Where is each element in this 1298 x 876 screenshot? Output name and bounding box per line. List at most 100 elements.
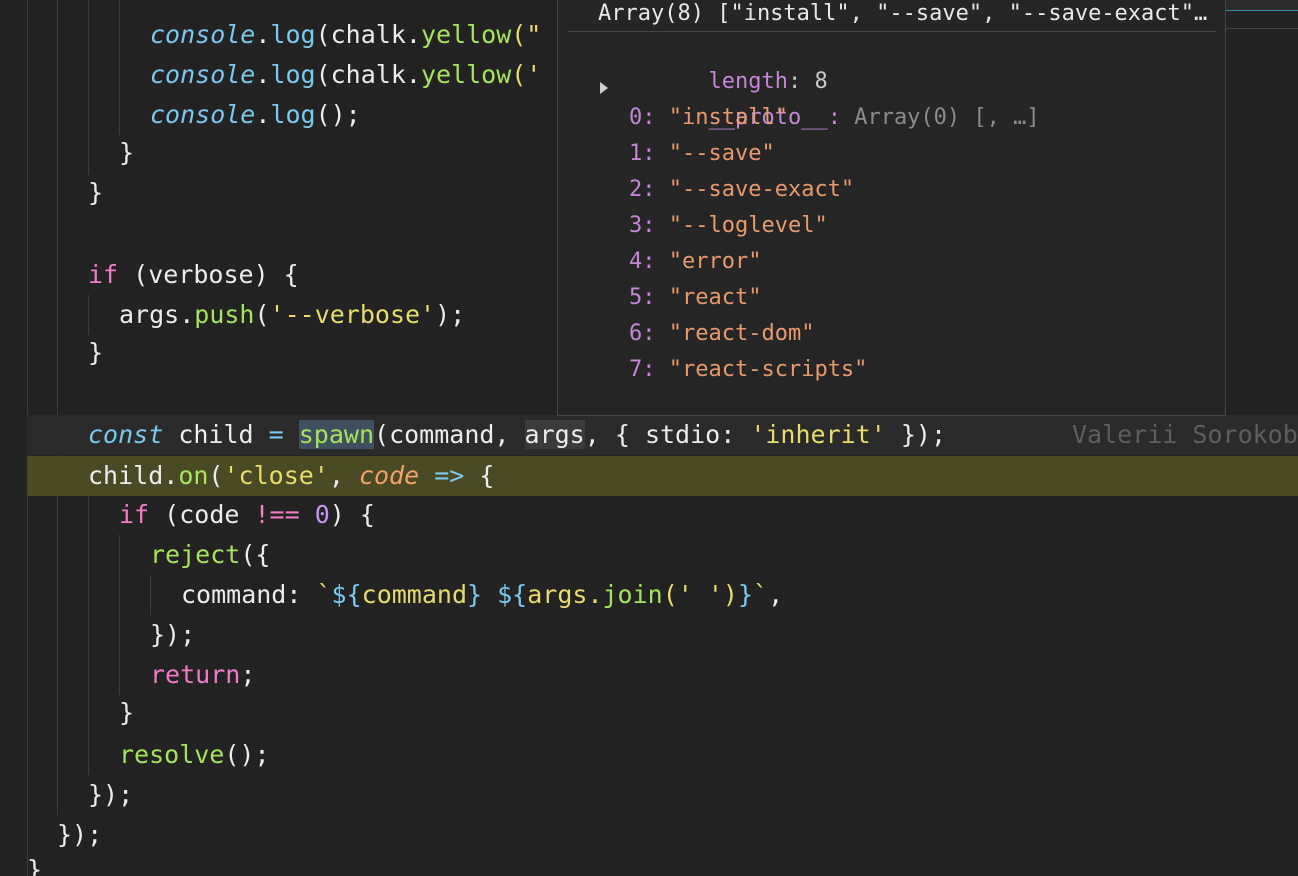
code-token: (' <box>511 60 542 89</box>
indent-guide <box>119 0 120 135</box>
code-token: push <box>194 300 255 329</box>
code-line[interactable]: } <box>88 333 103 373</box>
code-token: ); <box>435 300 466 329</box>
code-token: } <box>27 855 43 876</box>
indent-guide <box>88 495 89 775</box>
code-token: }); <box>150 620 196 649</box>
code-line[interactable]: }); <box>57 815 102 855</box>
code-token: } <box>737 580 754 609</box>
code-token: log <box>270 20 316 49</box>
code-token: command <box>361 580 467 609</box>
code-token: ${ <box>497 580 528 609</box>
code-line[interactable]: args.push('--verbose'); <box>119 295 465 335</box>
code-token: (chalk. <box>315 20 421 49</box>
code-token: ( <box>254 300 270 329</box>
code-line[interactable]: if (verbose) { <box>88 255 299 295</box>
code-token: = <box>268 420 284 449</box>
code-token: (verbose) { <box>118 260 299 289</box>
code-editor[interactable]: console.log(chalk.yellow(" console.log(c… <box>0 0 1298 876</box>
code-token: ({ <box>240 540 271 569</box>
array-value: "error" <box>668 249 762 274</box>
code-token: spawn <box>298 420 375 449</box>
code-token: command: <box>181 580 317 609</box>
indent-guide <box>119 535 120 695</box>
code-token: ; <box>240 660 256 689</box>
array-index: 5: <box>629 285 669 310</box>
debug-hover-popup[interactable]: Array(8) ["install", "--save", "--save-e… <box>557 0 1226 416</box>
array-value: "react-scripts" <box>668 357 868 382</box>
code-line[interactable]: }); <box>150 615 195 655</box>
code-line[interactable]: } <box>88 173 103 213</box>
array-index: 4: <box>629 249 669 274</box>
indent-guide <box>88 295 89 335</box>
code-token: , <box>768 580 784 609</box>
hover-array-item: 0: "install" <box>629 100 788 136</box>
proto-separator: : <box>827 105 855 130</box>
hover-array-item: 2: "--save-exact" <box>629 172 854 208</box>
code-line[interactable]: return; <box>150 655 255 695</box>
code-token: } <box>88 338 104 367</box>
hover-proto-row[interactable]: __proto__: Array(0) [, …] <box>629 64 1039 130</box>
code-line[interactable]: command: `${command} ${args.join(' ')}`, <box>181 575 783 615</box>
array-index: 3: <box>629 213 669 238</box>
array-value: "react-dom" <box>668 321 815 346</box>
hover-array-item: 7: "react-scripts" <box>629 352 867 388</box>
code-token: (); <box>224 740 270 769</box>
code-token: (" <box>511 20 542 49</box>
array-index: 6: <box>629 321 669 346</box>
minimap-divider <box>1226 28 1298 29</box>
array-index: 7: <box>629 357 669 382</box>
code-line[interactable]: const child = spawn(command, args, { std… <box>88 415 946 455</box>
code-line[interactable]: } <box>119 693 134 733</box>
hover-array-item: 5: "react" <box>629 280 761 316</box>
code-line[interactable]: resolve(); <box>119 735 270 775</box>
code-token: ` <box>316 580 332 609</box>
code-token: 0 <box>314 500 330 529</box>
minimap-highlight <box>1226 10 1298 11</box>
hover-length-row: length: 8 <box>629 28 827 94</box>
code-line[interactable]: child.on('close', code => { <box>88 456 494 496</box>
code-token: return <box>150 660 241 689</box>
code-line[interactable]: console.log(chalk.yellow(' <box>150 55 541 95</box>
code-token: }); <box>57 820 103 849</box>
minimap-strip <box>1226 0 1298 10</box>
hover-array-item: 4: "error" <box>629 244 761 280</box>
proto-value: Array(0) [, …] <box>854 105 1040 130</box>
array-value: "--loglevel" <box>668 213 828 238</box>
array-value: "--save-exact" <box>668 177 855 202</box>
array-index: 2: <box>629 177 669 202</box>
array-index: 1: <box>629 141 669 166</box>
code-line[interactable]: }); <box>88 775 133 815</box>
code-line[interactable]: if (code !== 0) { <box>119 495 375 535</box>
code-token: yellow <box>420 60 512 89</box>
code-token: log <box>270 100 316 129</box>
code-token: (code <box>149 500 255 529</box>
code-token: . <box>255 60 271 89</box>
code-token: } <box>119 698 135 727</box>
code-token: resolve <box>119 740 225 769</box>
indent-guide <box>57 0 58 815</box>
code-token: args <box>524 420 585 449</box>
code-line[interactable]: } <box>119 133 134 173</box>
code-line[interactable]: } <box>27 850 42 876</box>
code-token: if <box>119 500 150 529</box>
code-token: . <box>255 100 271 129</box>
code-token: reject <box>150 540 241 569</box>
code-token: } <box>88 178 104 207</box>
array-value: "install" <box>668 105 788 130</box>
code-token: (command, <box>374 420 525 449</box>
code-token: log <box>270 60 316 89</box>
code-token: (); <box>315 100 361 129</box>
code-line[interactable]: console.log(); <box>150 95 361 135</box>
indent-guide <box>150 575 151 615</box>
code-token: on <box>178 461 209 490</box>
code-line[interactable]: console.log(chalk.yellow(" <box>150 15 541 55</box>
code-token: ( <box>208 461 224 490</box>
code-token: ${ <box>331 580 362 609</box>
code-line[interactable]: reject({ <box>150 535 270 575</box>
expand-triangle-icon[interactable] <box>600 82 608 94</box>
code-token: console <box>150 20 256 49</box>
